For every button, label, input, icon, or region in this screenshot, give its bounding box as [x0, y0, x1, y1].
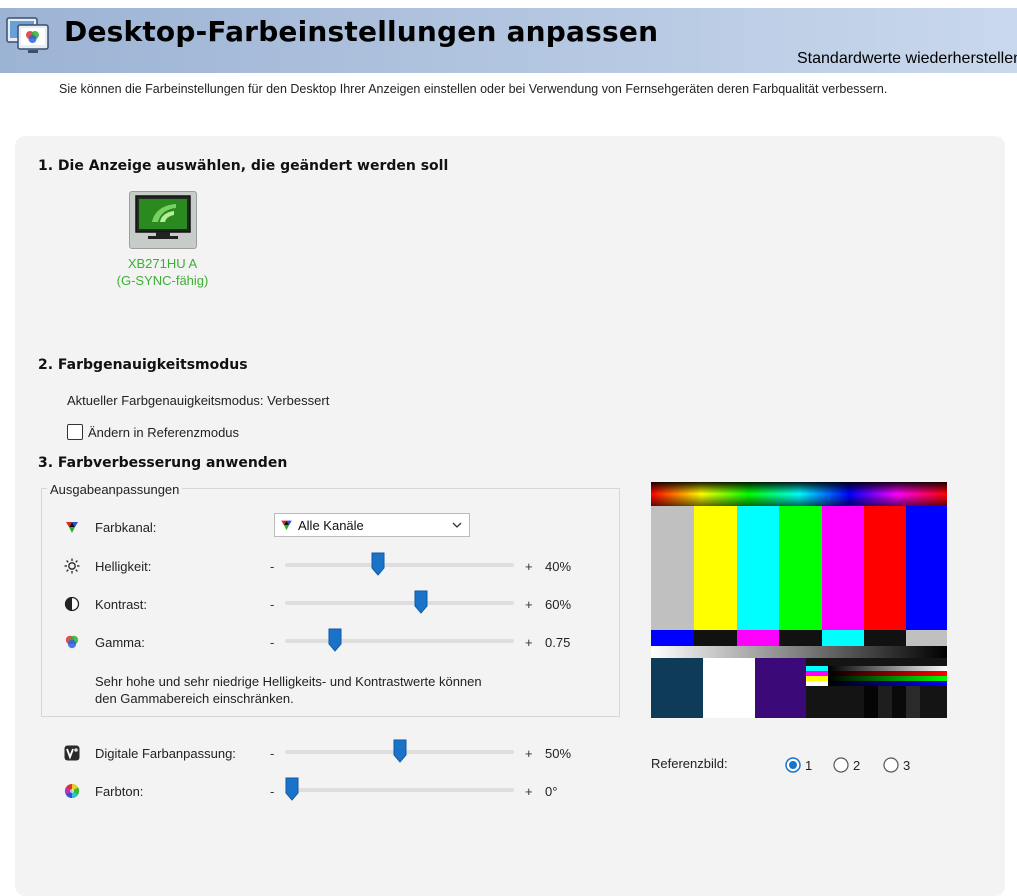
channel-select[interactable]: Alle Kanäle [274, 513, 470, 537]
reference-radio-3[interactable] [883, 757, 899, 773]
hue-slider-track[interactable] [285, 788, 514, 792]
reference-radio-2-label[interactable]: 2 [853, 758, 860, 773]
chevron-down-icon [452, 522, 462, 528]
rgb-channels-icon [66, 522, 78, 533]
brightness-minus: - [270, 559, 275, 574]
gamma-warning-note: Sehr hohe und sehr niedrige Helligkeits-… [95, 673, 482, 707]
contrast-minus: - [270, 597, 275, 612]
channel-label: Farbkanal: [95, 520, 157, 535]
vibrance-minus: - [270, 746, 275, 761]
hue-minus: - [270, 784, 275, 799]
vibrance-slider-thumb[interactable] [393, 739, 407, 763]
section2-heading: 2. Farbgenauigkeitsmodus [38, 357, 248, 373]
vibrance-label: Digitale Farbanpassung: [95, 746, 236, 761]
gamma-icon [65, 635, 79, 649]
reference-mode-label[interactable]: Ändern in Referenzmodus [88, 425, 239, 440]
vibrance-plus: + [525, 746, 533, 761]
rgb-channels-icon [281, 520, 292, 531]
contrast-slider-track[interactable] [285, 601, 514, 605]
page-title: Desktop-Farbeinstellungen anpassen [64, 15, 659, 48]
contrast-icon [64, 596, 80, 612]
display-name: XB271HU A [127, 256, 198, 271]
gamma-slider-thumb[interactable] [328, 628, 342, 652]
hue-label: Farbton: [95, 784, 144, 799]
restore-defaults-link[interactable]: Standardwerte wiederherstellen [797, 50, 1017, 68]
brightness-value: 40% [545, 559, 572, 574]
brightness-label: Helligkeit: [95, 559, 152, 574]
note-line-2: den Gammabereich einschränken. [95, 691, 294, 706]
hue-value: 0° [545, 784, 558, 799]
reference-mode-checkbox[interactable] [67, 424, 83, 440]
display-subtitle: (G-SYNC-fähig) [116, 273, 209, 288]
display-settings-icon [6, 17, 49, 53]
reference-test-pattern-image [651, 482, 947, 718]
page-description: Sie können die Farbeinstellungen für den… [59, 82, 888, 96]
contrast-plus: + [525, 597, 533, 612]
brightness-slider-thumb[interactable] [371, 552, 385, 576]
reference-image-label: Referenzbild: [651, 756, 728, 771]
gamma-plus: + [525, 635, 533, 650]
page-header: Desktop-Farbeinstellungen anpassen Stand… [0, 8, 1017, 73]
brightness-plus: + [525, 559, 533, 574]
contrast-label: Kontrast: [95, 597, 148, 612]
brightness-icon [64, 558, 80, 574]
gamma-slider-track[interactable] [285, 639, 514, 643]
display-select-button[interactable] [129, 191, 197, 249]
reference-radio-1-label[interactable]: 1 [805, 758, 812, 773]
contrast-slider-thumb[interactable] [414, 590, 428, 614]
gamma-label: Gamma: [95, 635, 145, 650]
hue-slider-thumb[interactable] [285, 777, 299, 801]
reference-radio-2[interactable] [833, 757, 849, 773]
channel-select-value: Alle Kanäle [298, 518, 364, 533]
section3-heading: 3. Farbverbesserung anwenden [38, 455, 288, 471]
current-mode-text: Aktueller Farbgenauigkeitsmodus: Verbess… [67, 393, 330, 408]
gamma-minus: - [270, 635, 275, 650]
note-line-1: Sehr hohe und sehr niedrige Helligkeits-… [95, 674, 482, 689]
digital-vibrance-icon [64, 745, 80, 761]
vibrance-value: 50% [545, 746, 572, 761]
reference-radio-1[interactable] [785, 757, 801, 773]
group-title: Ausgabeanpassungen [47, 482, 183, 497]
hue-plus: + [525, 784, 533, 799]
brightness-slider-track[interactable] [285, 563, 514, 567]
nvidia-monitor-icon [135, 195, 191, 239]
hue-icon [64, 783, 80, 799]
display-name-label: XB271HU A (G-SYNC-fähig) [100, 255, 225, 289]
gamma-value: 0.75 [545, 635, 571, 650]
section1-heading: 1. Die Anzeige auswählen, die geändert w… [38, 158, 449, 174]
reference-radio-3-label[interactable]: 3 [903, 758, 910, 773]
contrast-value: 60% [545, 597, 572, 612]
